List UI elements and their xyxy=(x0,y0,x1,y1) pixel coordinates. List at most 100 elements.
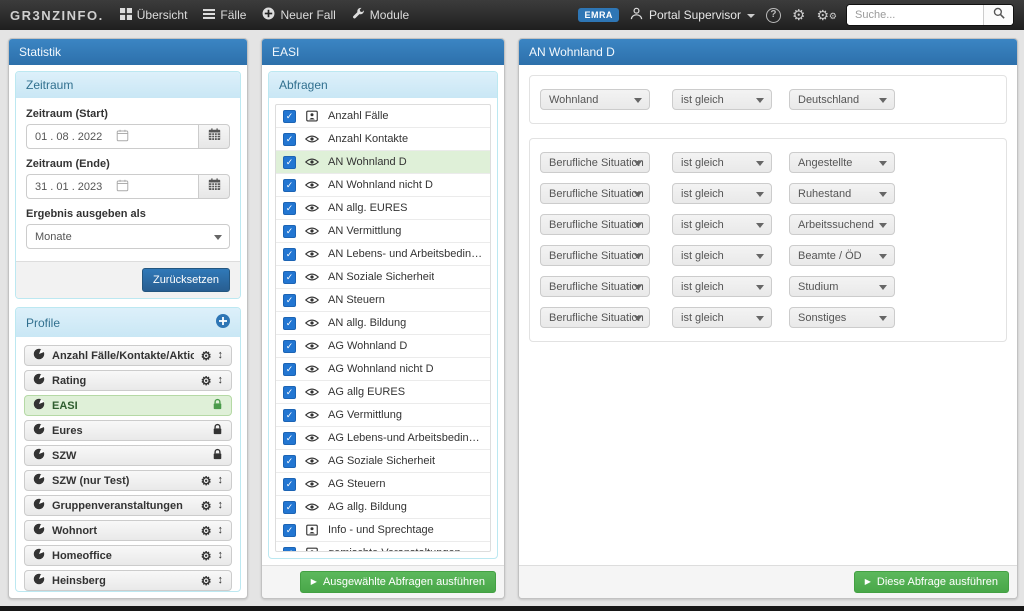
checkbox[interactable]: ✓ xyxy=(283,363,296,376)
operator-select[interactable]: ist gleich xyxy=(672,183,772,204)
gear-icon[interactable]: ⚙ xyxy=(201,475,212,487)
gear-icon[interactable]: ⚙ xyxy=(201,525,212,537)
search-button[interactable] xyxy=(983,5,1013,25)
checkbox[interactable]: ✓ xyxy=(283,202,296,215)
field-select[interactable]: Wohnland xyxy=(540,89,650,110)
gear-icon[interactable]: ⚙ xyxy=(201,500,212,512)
operator-select[interactable]: ist gleich xyxy=(672,245,772,266)
gear-icon[interactable]: ⚙ xyxy=(201,550,212,562)
value-select[interactable]: Beamte / ÖD xyxy=(789,245,895,266)
checkbox[interactable]: ✓ xyxy=(283,409,296,422)
sort-handle-icon[interactable]: ↕ xyxy=(218,525,224,536)
checkbox[interactable]: ✓ xyxy=(283,501,296,514)
user-menu[interactable]: Portal Supervisor xyxy=(630,7,755,23)
sort-handle-icon[interactable]: ↕ xyxy=(218,375,224,386)
abfrage-row-an-allg-bildung[interactable]: ✓AN allg. Bildung xyxy=(276,312,490,335)
abfrage-row-an-wohnland-nicht-d[interactable]: ✓AN Wohnland nicht D xyxy=(276,174,490,197)
operator-select[interactable]: ist gleich xyxy=(672,276,772,297)
abfrage-row-an-vermittlung[interactable]: ✓AN Vermittlung xyxy=(276,220,490,243)
checkbox[interactable]: ✓ xyxy=(283,478,296,491)
zeitraum-start-calendar-button[interactable] xyxy=(198,124,230,149)
checkbox[interactable]: ✓ xyxy=(283,156,296,169)
nav-item-bersicht[interactable]: Übersicht xyxy=(120,8,188,23)
checkbox[interactable]: ✓ xyxy=(283,386,296,399)
checkbox[interactable]: ✓ xyxy=(283,225,296,238)
profile-item-anzahl-f-lle-kontakte-aktionen[interactable]: Anzahl Fälle/Kontakte/Aktionen⚙↕ xyxy=(24,345,232,366)
sort-handle-icon[interactable]: ↕ xyxy=(218,550,224,561)
checkbox[interactable]: ✓ xyxy=(283,340,296,353)
abfrage-row-ag-steuern[interactable]: ✓AG Steuern xyxy=(276,473,490,496)
value-select[interactable]: Ruhestand xyxy=(789,183,895,204)
field-select[interactable]: Berufliche Situation xyxy=(540,307,650,328)
field-select[interactable]: Berufliche Situation xyxy=(540,183,650,204)
operator-select[interactable]: ist gleich xyxy=(672,307,772,328)
search-input[interactable] xyxy=(847,5,983,25)
ergebnis-select[interactable]: Monate xyxy=(26,224,230,249)
profile-item-heinsberg[interactable]: Heinsberg⚙↕ xyxy=(24,570,232,591)
abfrage-row-ag-vermittlung[interactable]: ✓AG Vermittlung xyxy=(276,404,490,427)
gear-icon[interactable]: ⚙ xyxy=(201,375,212,387)
value-select[interactable]: Deutschland xyxy=(789,89,895,110)
abfrage-row-an-lebens-und-arbeitsbedingungen[interactable]: ✓AN Lebens- und Arbeitsbedingungen xyxy=(276,243,490,266)
abfrage-row-ag-wohnland-d[interactable]: ✓AG Wohnland D xyxy=(276,335,490,358)
abfrage-row-gemischte-veranstaltungen[interactable]: ✓gemischte Veranstaltungen xyxy=(276,542,490,552)
checkbox[interactable]: ✓ xyxy=(283,547,296,553)
abfrage-row-anzahl-f-lle[interactable]: ✓Anzahl Fälle xyxy=(276,105,490,128)
zeitraum-end-input[interactable]: 31 . 01 . 2023 xyxy=(26,174,198,199)
app-logo[interactable]: GR3NZINFO. xyxy=(10,8,104,23)
value-select[interactable]: Studium xyxy=(789,276,895,297)
gear-icon[interactable]: ⚙ xyxy=(201,350,212,362)
profile-item-eures[interactable]: Eures xyxy=(24,420,232,441)
profile-item-homeoffice[interactable]: Homeoffice⚙↕ xyxy=(24,545,232,566)
operator-select[interactable]: ist gleich xyxy=(672,89,772,110)
operator-select[interactable]: ist gleich xyxy=(672,152,772,173)
run-this-query-button[interactable]: ▶ Diese Abfrage ausführen xyxy=(854,571,1009,593)
checkbox[interactable]: ✓ xyxy=(283,179,296,192)
help-button[interactable]: ? xyxy=(766,8,781,23)
operator-select[interactable]: ist gleich xyxy=(672,214,772,235)
checkbox[interactable]: ✓ xyxy=(283,248,296,261)
checkbox[interactable]: ✓ xyxy=(283,524,296,537)
zeitraum-end-calendar-button[interactable] xyxy=(198,174,230,199)
abfrage-row-anzahl-kontakte[interactable]: ✓Anzahl Kontakte xyxy=(276,128,490,151)
checkbox[interactable]: ✓ xyxy=(283,133,296,146)
abfrage-row-ag-soziale-sicherheit[interactable]: ✓AG Soziale Sicherheit xyxy=(276,450,490,473)
profile-item-gruppenveranstaltungen[interactable]: Gruppenveranstaltungen⚙↕ xyxy=(24,495,232,516)
abfrage-row-ag-allg-bildung[interactable]: ✓AG allg. Bildung xyxy=(276,496,490,519)
checkbox[interactable]: ✓ xyxy=(283,455,296,468)
value-select[interactable]: Sonstiges xyxy=(789,307,895,328)
checkbox[interactable]: ✓ xyxy=(283,271,296,284)
abfrage-row-ag-lebens-und-arbeitsbedingungen[interactable]: ✓AG Lebens-und Arbeitsbedingungen xyxy=(276,427,490,450)
gear-icon[interactable]: ⚙ xyxy=(201,575,212,587)
abfrage-row-an-soziale-sicherheit[interactable]: ✓AN Soziale Sicherheit xyxy=(276,266,490,289)
profile-item-szw-nur-test[interactable]: SZW (nur Test)⚙↕ xyxy=(24,470,232,491)
abfrage-row-info-und-sprechtage[interactable]: ✓Info - und Sprechtage xyxy=(276,519,490,542)
field-select[interactable]: Berufliche Situation xyxy=(540,245,650,266)
nav-item-f-lle[interactable]: Fälle xyxy=(203,8,246,23)
run-selected-queries-button[interactable]: ▶ Ausgewählte Abfragen ausführen xyxy=(300,571,496,593)
profile-item-rating[interactable]: Rating⚙↕ xyxy=(24,370,232,391)
admin-settings-button[interactable]: ⚙⚙ xyxy=(816,8,835,22)
field-select[interactable]: Berufliche Situation xyxy=(540,276,650,297)
profile-item-wohnort[interactable]: Wohnort⚙↕ xyxy=(24,520,232,541)
add-profile-button[interactable] xyxy=(216,314,230,331)
field-select[interactable]: Berufliche Situation xyxy=(540,152,650,173)
abfrage-row-an-steuern[interactable]: ✓AN Steuern xyxy=(276,289,490,312)
nav-item-neuer-fall[interactable]: Neuer Fall xyxy=(262,7,335,23)
zeitraum-start-input[interactable]: 01 . 08 . 2022 xyxy=(26,124,198,149)
zuruecksetzen-button[interactable]: Zurücksetzen xyxy=(142,268,230,292)
sort-handle-icon[interactable]: ↕ xyxy=(218,350,224,361)
profile-item-szw[interactable]: SZW xyxy=(24,445,232,466)
sort-handle-icon[interactable]: ↕ xyxy=(218,500,224,511)
checkbox[interactable]: ✓ xyxy=(283,110,296,123)
value-select[interactable]: Arbeitssuchend xyxy=(789,214,895,235)
checkbox[interactable]: ✓ xyxy=(283,294,296,307)
settings-button[interactable]: ⚙ xyxy=(792,8,805,23)
abfrage-row-ag-allg-eures[interactable]: ✓AG allg EURES xyxy=(276,381,490,404)
abfrage-row-ag-wohnland-nicht-d[interactable]: ✓AG Wohnland nicht D xyxy=(276,358,490,381)
sort-handle-icon[interactable]: ↕ xyxy=(218,475,224,486)
profile-item-easi[interactable]: EASI xyxy=(24,395,232,416)
abfrage-row-an-allg-eures[interactable]: ✓AN allg. EURES xyxy=(276,197,490,220)
checkbox[interactable]: ✓ xyxy=(283,317,296,330)
field-select[interactable]: Berufliche Situation xyxy=(540,214,650,235)
